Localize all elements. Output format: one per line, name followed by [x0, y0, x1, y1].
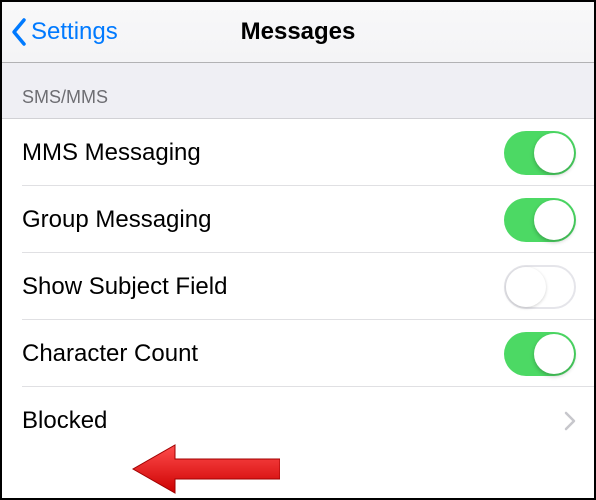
cell-label: Character Count [22, 340, 198, 368]
back-label: Settings [31, 18, 118, 46]
switch-knob [534, 334, 574, 374]
cell-label: MMS Messaging [22, 139, 201, 167]
group-messaging-row: Group Messaging [2, 186, 594, 253]
section-header: SMS/MMS [2, 63, 594, 119]
blocked-row[interactable]: Blocked [2, 387, 594, 454]
show-subject-field-switch[interactable] [504, 265, 576, 309]
chevron-left-icon [10, 17, 28, 47]
navigation-bar: Settings Messages [2, 2, 594, 63]
character-count-switch[interactable] [504, 332, 576, 376]
character-count-row: Character Count [2, 320, 594, 387]
group-messaging-switch[interactable] [504, 198, 576, 242]
switch-knob [506, 267, 546, 307]
back-button[interactable]: Settings [2, 17, 118, 47]
switch-knob [534, 200, 574, 240]
mms-messaging-row: MMS Messaging [2, 119, 594, 186]
cell-label: Blocked [22, 407, 107, 435]
chevron-right-icon [564, 411, 576, 431]
cell-label: Group Messaging [22, 206, 211, 234]
show-subject-field-row: Show Subject Field [2, 253, 594, 320]
switch-knob [534, 133, 574, 173]
page-title: Messages [241, 18, 356, 46]
settings-list: MMS Messaging Group Messaging Show Subje… [2, 119, 594, 454]
mms-messaging-switch[interactable] [504, 131, 576, 175]
cell-label: Show Subject Field [22, 273, 227, 301]
